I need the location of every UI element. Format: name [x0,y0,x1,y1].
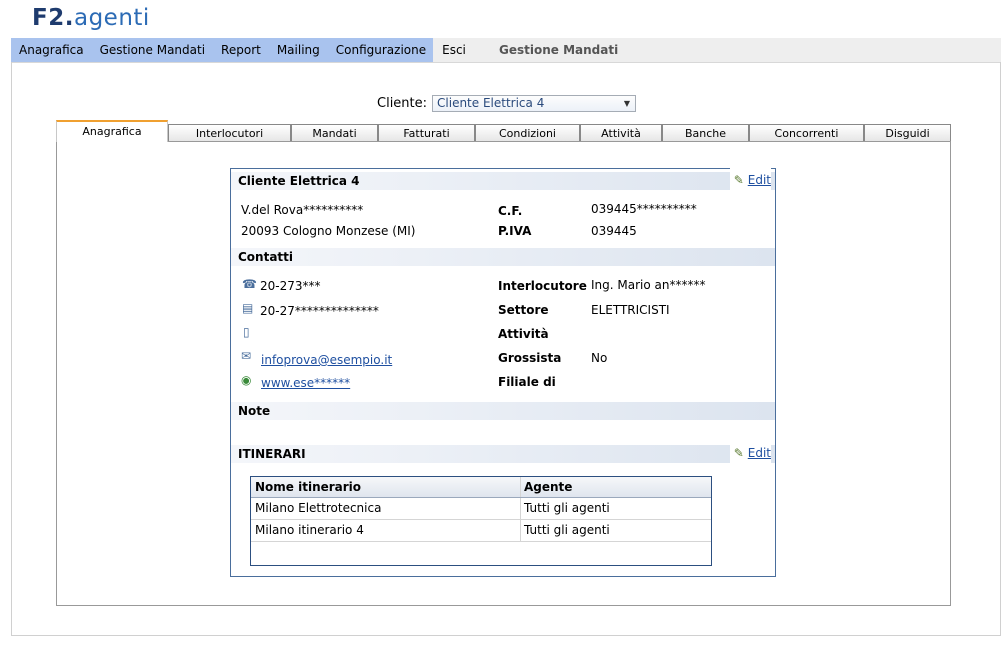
client-card: Cliente Elettrica 4 ✎ Edit V.del Rova****… [230,168,776,577]
cell-nome: Milano itinerario 4 [251,520,521,541]
piva-label: P.IVA [498,224,532,238]
cell-nome: Milano Elettrotecnica [251,498,521,519]
grossista-value: No [591,351,608,365]
menu-item-report[interactable]: Report [213,43,269,57]
contatti-header: Contatti [231,248,775,266]
client-select[interactable]: Cliente Elettrica 4 ▼ [432,95,637,112]
address-line1: V.del Rova********** [241,203,364,217]
note-header: Note [231,402,775,420]
settore-value: ELETTRICISTI [591,303,670,317]
globe-icon: ◉ [241,373,252,387]
client-selector: Cliente: Cliente Elettrica 4 ▼ [377,95,637,112]
menu-bar: Anagrafica Gestione Mandati Report Maili… [11,38,1001,63]
tab-attivita[interactable]: Attività [580,124,662,141]
fax-icon: ▤ [242,301,254,315]
fax-value: 20-27************** [260,304,379,318]
menu-item-esci[interactable]: Esci [434,43,474,57]
cell-agente: Tutti gli agenti [524,501,610,515]
interlocutore-label: Interlocutore [498,279,587,293]
client-select-value: Cliente Elettrica 4 [437,96,545,110]
itinerari-edit-label: Edit [747,446,771,460]
card-title: Cliente Elettrica 4 [238,174,360,188]
menu-item-configurazione[interactable]: Configurazione [328,43,434,57]
tab-banche[interactable]: Banche [662,124,749,141]
card-header: Cliente Elettrica 4 ✎ Edit [231,168,775,190]
table-header: Nome itinerario Agente [251,477,711,498]
mobile-icon: ▯ [243,325,250,339]
grossista-label: Grossista [498,351,562,365]
cell-agente: Tutti gli agenti [524,523,610,537]
main-menu: Anagrafica Gestione Mandati Report Maili… [11,38,466,62]
filiale-label: Filiale di [498,375,556,389]
edit-itinerari-link[interactable]: ✎ Edit [729,441,771,463]
column-header-nome[interactable]: Nome itinerario [251,477,521,497]
address-line2: 20093 Cologno Monzese (MI) [241,224,416,238]
tab-mandati[interactable]: Mandati [291,124,378,141]
email-icon: ✉ [241,349,252,363]
piva-value: 039445 [591,224,637,238]
note-title: Note [238,404,271,418]
itinerari-header: ITINERARI ✎ Edit [231,441,775,463]
tab-bar: Anagrafica Interlocutori Mandati Fattura… [56,120,951,142]
tab-interlocutori[interactable]: Interlocutori [168,124,291,141]
itinerari-title: ITINERARI [238,447,306,461]
email-link[interactable]: infoprova@esempio.it [261,353,392,367]
logo-dot: . [64,5,74,31]
chevron-down-icon[interactable]: ▼ [624,96,630,111]
tab-anagrafica[interactable]: Anagrafica [56,120,168,142]
phone-value: 20-273*** [260,279,321,293]
contatti-title: Contatti [238,250,294,264]
pencil-icon: ✎ [733,173,744,187]
logo-agenti: agenti [73,5,150,31]
itinerari-table: Nome itinerario Agente Milano Elettrotec… [250,476,712,566]
interlocutore-value: Ing. Mario an****** [591,278,706,292]
page-title: Gestione Mandati [499,43,619,57]
pencil-icon: ✎ [733,446,744,460]
table-row[interactable]: Milano Elettrotecnica Tutti gli agenti [251,498,711,520]
edit-client-link[interactable]: ✎ Edit [729,168,771,190]
cf-value: 039445********** [591,202,697,216]
attivita-label: Attività [498,327,549,341]
tab-disguidi[interactable]: Disguidi [864,124,951,141]
menu-item-mailing[interactable]: Mailing [269,43,328,57]
tab-fatturati[interactable]: Fatturati [378,124,475,141]
table-row[interactable]: Milano itinerario 4 Tutti gli agenti [251,520,711,542]
website-link[interactable]: www.ese****** [261,376,350,390]
tab-concorrenti[interactable]: Concorrenti [749,124,864,141]
menu-item-gestione-mandati[interactable]: Gestione Mandati [92,43,213,57]
cf-label: C.F. [498,204,523,218]
menu-item-anagrafica[interactable]: Anagrafica [11,43,92,57]
phone-icon: ☎ [242,277,257,291]
settore-label: Settore [498,303,549,317]
edit-label: Edit [747,173,771,187]
tab-condizioni[interactable]: Condizioni [475,124,580,141]
client-label: Cliente: [377,96,428,111]
logo-f2: F2 [32,5,65,31]
column-header-agente[interactable]: Agente [521,477,711,497]
app-logo: F2.agenti [32,4,150,32]
